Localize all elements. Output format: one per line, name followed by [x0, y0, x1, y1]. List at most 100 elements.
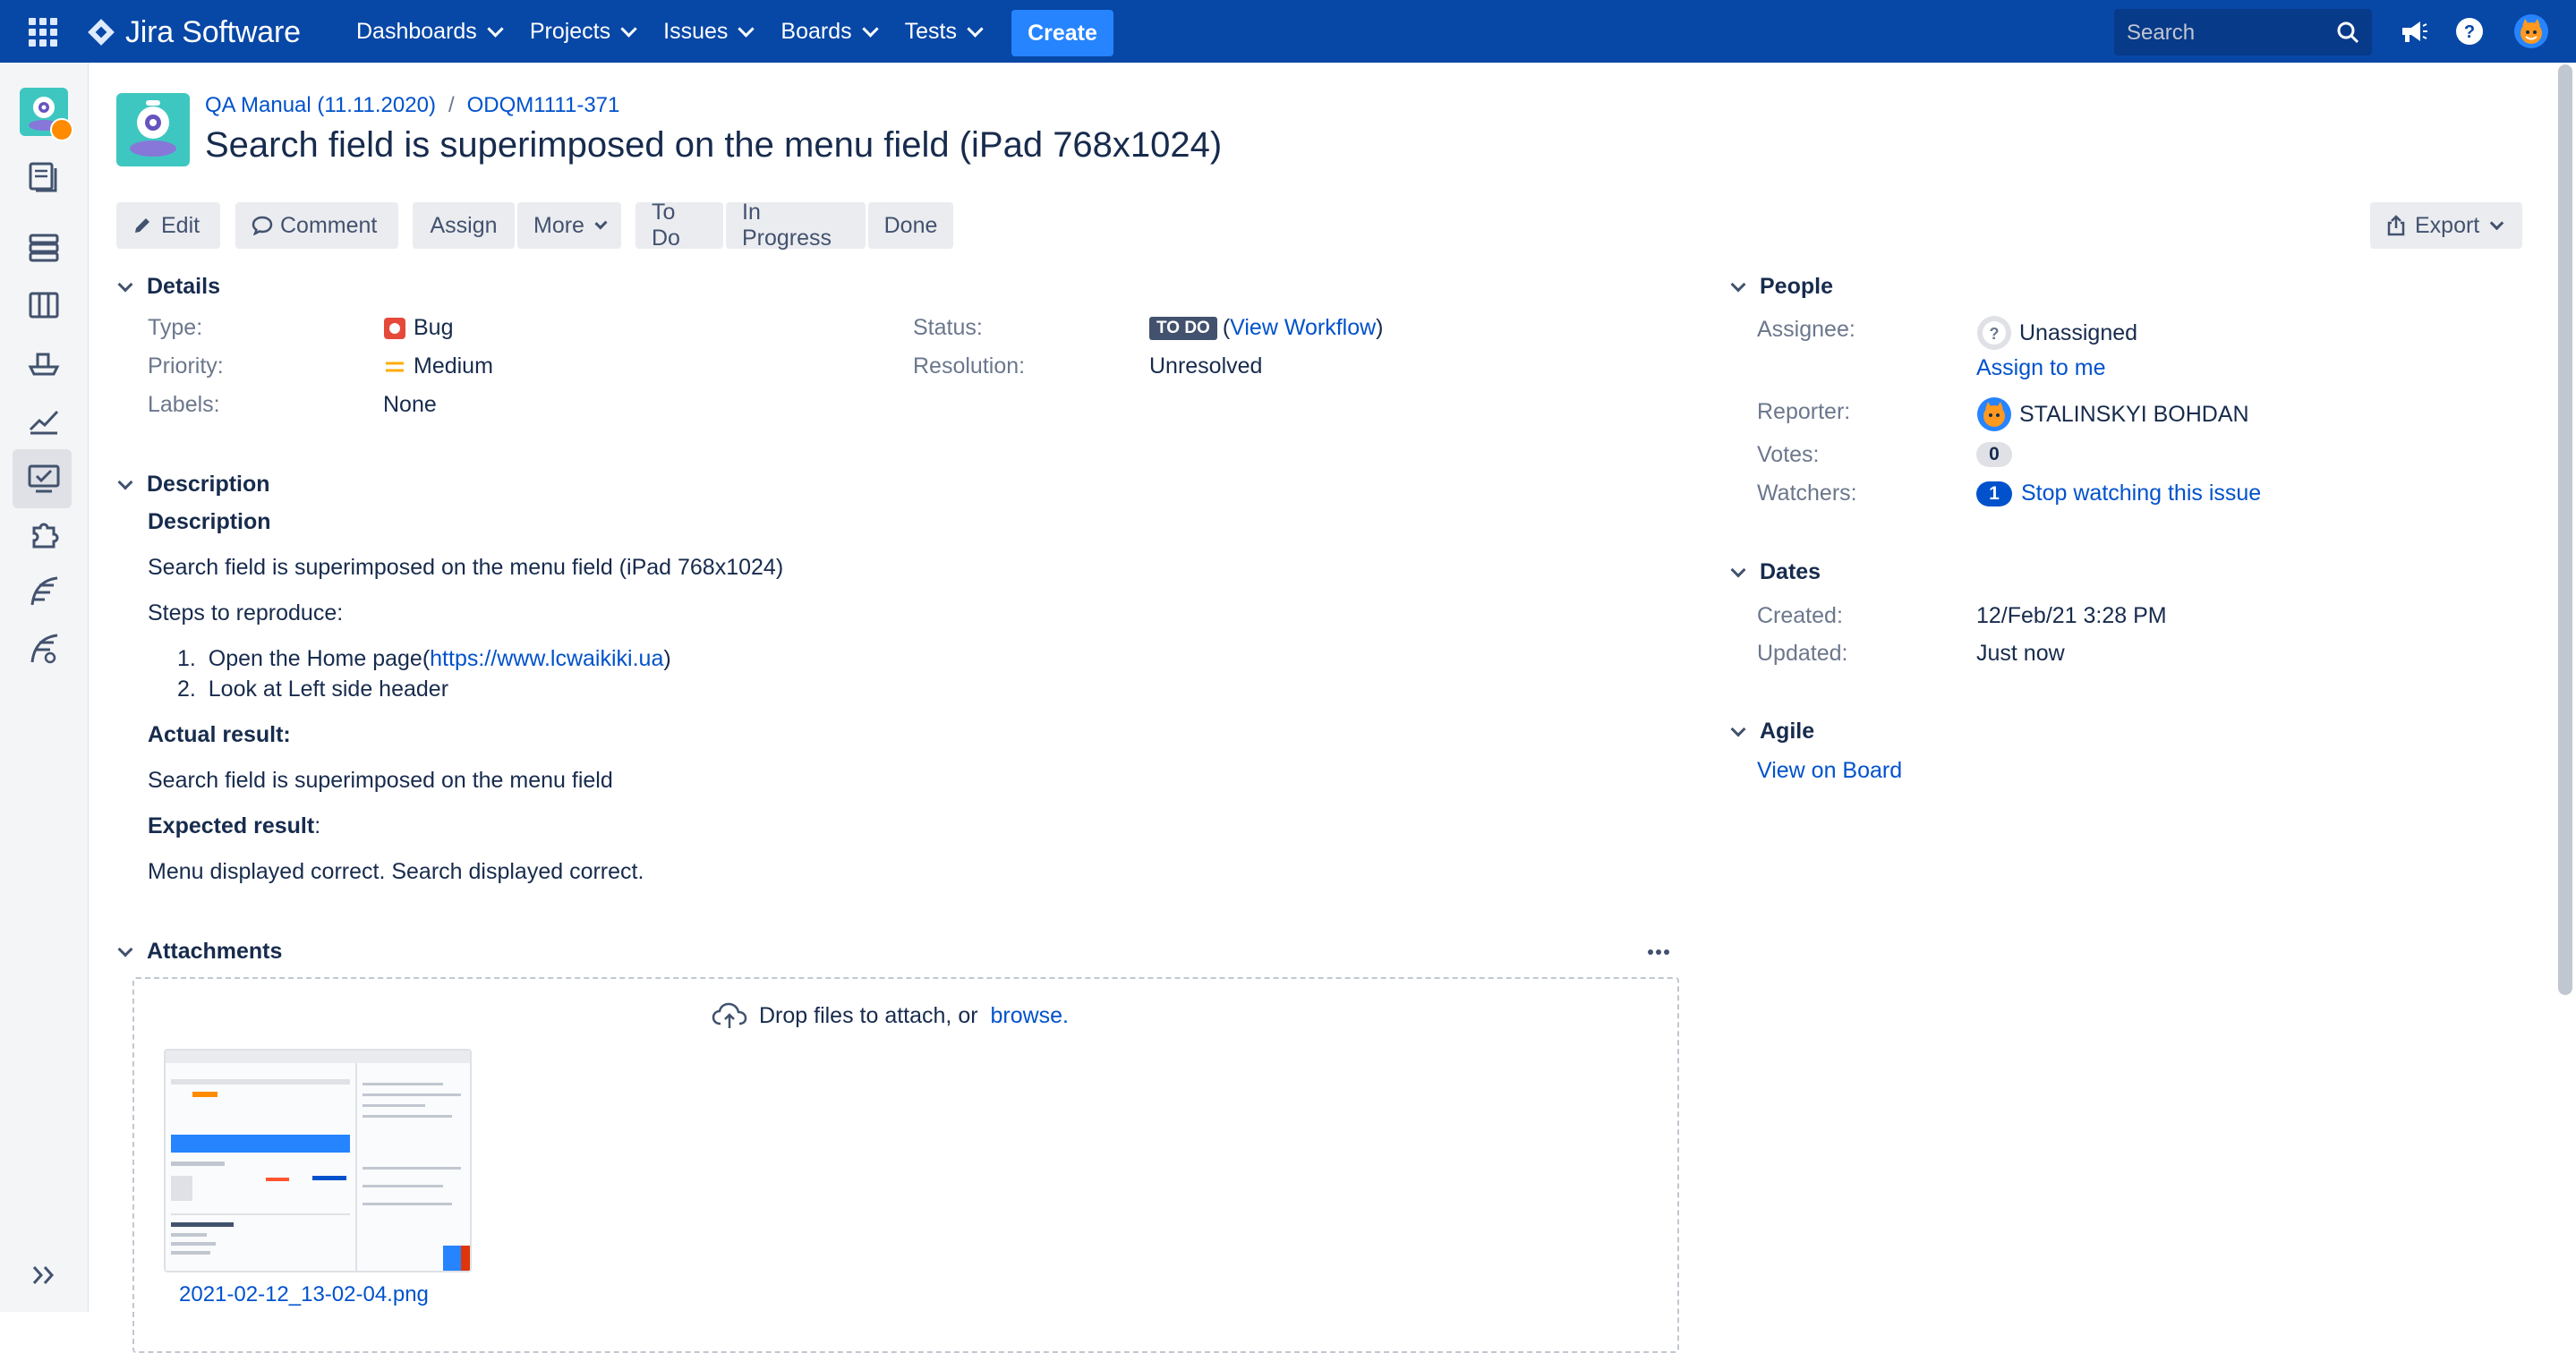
people-toggle[interactable]: People	[1729, 274, 1833, 300]
updated-label: Updated:	[1757, 641, 1848, 666]
chevron-down-icon	[117, 474, 133, 489]
breadcrumb-separator: /	[448, 93, 455, 117]
search-input[interactable]	[2125, 16, 2325, 50]
view-workflow-link[interactable]: View Workflow	[1230, 315, 1376, 341]
unassigned-avatar-icon: ?	[1977, 316, 2011, 350]
chevron-down-icon	[1730, 277, 1746, 292]
reporter-text: STALINSKYI BOHDAN	[2019, 401, 2249, 427]
more-button[interactable]: More	[517, 202, 621, 249]
chevron-down-icon	[487, 20, 504, 38]
comment-button[interactable]: Comment	[235, 202, 398, 249]
more-options-icon[interactable]	[1645, 943, 1672, 961]
step-2: 2. Look at Left side header	[177, 676, 448, 702]
browse-link[interactable]: browse.	[990, 1003, 1069, 1029]
nav-issues[interactable]: Issues	[663, 19, 755, 45]
votes-count-badge[interactable]: 0	[1976, 442, 2012, 467]
ship-icon[interactable]	[27, 345, 61, 379]
paren-close: )	[663, 646, 671, 671]
done-button[interactable]: Done	[868, 202, 953, 249]
chevron-down-icon	[861, 20, 879, 38]
issue-title[interactable]: Search field is superimposed on the menu…	[205, 125, 1222, 166]
priority-medium-icon	[386, 362, 404, 371]
watchers-value: 1 Stop watching this issue	[1976, 481, 2261, 506]
project-avatar-icon[interactable]	[20, 88, 73, 141]
nav-label: Projects	[529, 18, 611, 44]
breadcrumb-issue-key-link[interactable]: ODQM1111-371	[467, 93, 620, 118]
robot-icon	[130, 100, 176, 157]
assign-button[interactable]: Assign	[413, 202, 515, 249]
details-toggle[interactable]: Details	[116, 274, 220, 300]
reports-icon[interactable]	[27, 403, 61, 437]
votes-value: 0	[1976, 442, 2012, 467]
priority-text: Medium	[414, 353, 493, 379]
view-on-board-link[interactable]: View on Board	[1757, 758, 1902, 784]
stop-watching-link[interactable]: Stop watching this issue	[2021, 481, 2261, 506]
backlog-icon[interactable]	[27, 159, 61, 193]
nav-label: Dashboards	[356, 18, 477, 44]
nav-tests[interactable]: Tests	[905, 19, 984, 45]
to-do-button[interactable]: To Do	[635, 200, 723, 251]
created-value: 12/Feb/21 3:28 PM	[1976, 603, 2167, 628]
search-box[interactable]	[2114, 9, 2372, 55]
drop-label: Drop files to attach, or	[759, 1002, 978, 1028]
issue-toolbar: Edit Comment Assign More To Do In Progre…	[116, 200, 953, 251]
chevron-down-icon	[117, 941, 133, 957]
pencil-icon	[135, 218, 149, 233]
reporter-value[interactable]: STALINSKYI BOHDAN	[1976, 396, 2249, 432]
project-avatar[interactable]	[116, 93, 190, 166]
nav-projects[interactable]: Projects	[529, 18, 637, 45]
notifications-megaphone-icon[interactable]	[2397, 15, 2429, 47]
feather-search-icon[interactable]	[27, 632, 61, 666]
main-nav: Dashboards Projects Issues Boards Tests	[356, 0, 1010, 63]
export-button[interactable]: Export	[2370, 202, 2522, 249]
status-label: Status:	[913, 315, 983, 340]
chevron-down-icon	[738, 20, 755, 38]
edit-label: Edit	[161, 212, 200, 238]
assignee-label: Assignee:	[1757, 317, 1855, 342]
description-subheading: Description	[148, 509, 271, 534]
dates-toggle[interactable]: Dates	[1729, 559, 1821, 585]
status-value: TO DO (View Workflow)	[1149, 315, 1384, 341]
nav-boards[interactable]: Boards	[780, 19, 879, 45]
app-switcher-icon[interactable]	[29, 18, 57, 47]
steps-label: Steps to reproduce:	[148, 600, 344, 625]
user-avatar-icon[interactable]	[2513, 13, 2549, 49]
jira-logo[interactable]: Jira Software	[86, 13, 301, 52]
attachments-toggle[interactable]: Attachments	[116, 939, 282, 965]
expand-icon[interactable]	[27, 1258, 61, 1292]
edit-button[interactable]: Edit	[116, 202, 220, 249]
help-icon[interactable]: ?	[2453, 15, 2486, 47]
watchers-count-badge[interactable]: 1	[1976, 481, 2012, 506]
breadcrumb-project-link[interactable]: QA Manual (11.11.2020)	[205, 93, 436, 118]
agile-toggle[interactable]: Agile	[1729, 719, 1814, 745]
attachment-thumbnail[interactable]	[164, 1049, 472, 1272]
step-1: 1. Open the Home page(https://www.lcwaik…	[177, 646, 671, 672]
svg-text:?: ?	[1990, 325, 2000, 343]
assign-to-me-link[interactable]: Assign to me	[1976, 355, 2106, 381]
attachment-file-link[interactable]: 2021-02-12_13-02-04.png	[179, 1282, 429, 1307]
tests-icon[interactable]	[27, 462, 61, 496]
project-badge-icon	[50, 118, 73, 141]
labels-value[interactable]: None	[383, 392, 437, 418]
create-button[interactable]: Create	[1011, 10, 1113, 56]
description-toggle[interactable]: Description	[116, 472, 270, 498]
in-progress-button[interactable]: In Progress	[726, 200, 866, 251]
priority-value: Medium	[383, 353, 493, 379]
project-sidebar	[0, 63, 89, 1312]
chevron-down-icon	[620, 20, 637, 38]
logo-text: Jira Software	[125, 14, 301, 49]
resolution-value: Unresolved	[1149, 353, 1263, 379]
paren-close: )	[1376, 315, 1384, 340]
paren-open: (	[1222, 315, 1231, 340]
dates-heading: Dates	[1760, 559, 1821, 584]
add-ons-icon[interactable]	[27, 517, 61, 551]
nav-dashboards[interactable]: Dashboards	[356, 18, 504, 45]
expected-result-text: Menu displayed correct. Search displayed…	[148, 859, 644, 884]
search-icon[interactable]	[2336, 21, 2359, 44]
page-scrollbar[interactable]	[2558, 64, 2572, 995]
board-icon[interactable]	[27, 288, 61, 322]
lcwaikiki-link[interactable]: https://www.lcwaikiki.ua	[430, 646, 663, 671]
created-label: Created:	[1757, 603, 1843, 628]
releases-icon[interactable]	[27, 231, 61, 265]
feather-icon[interactable]	[27, 574, 61, 608]
